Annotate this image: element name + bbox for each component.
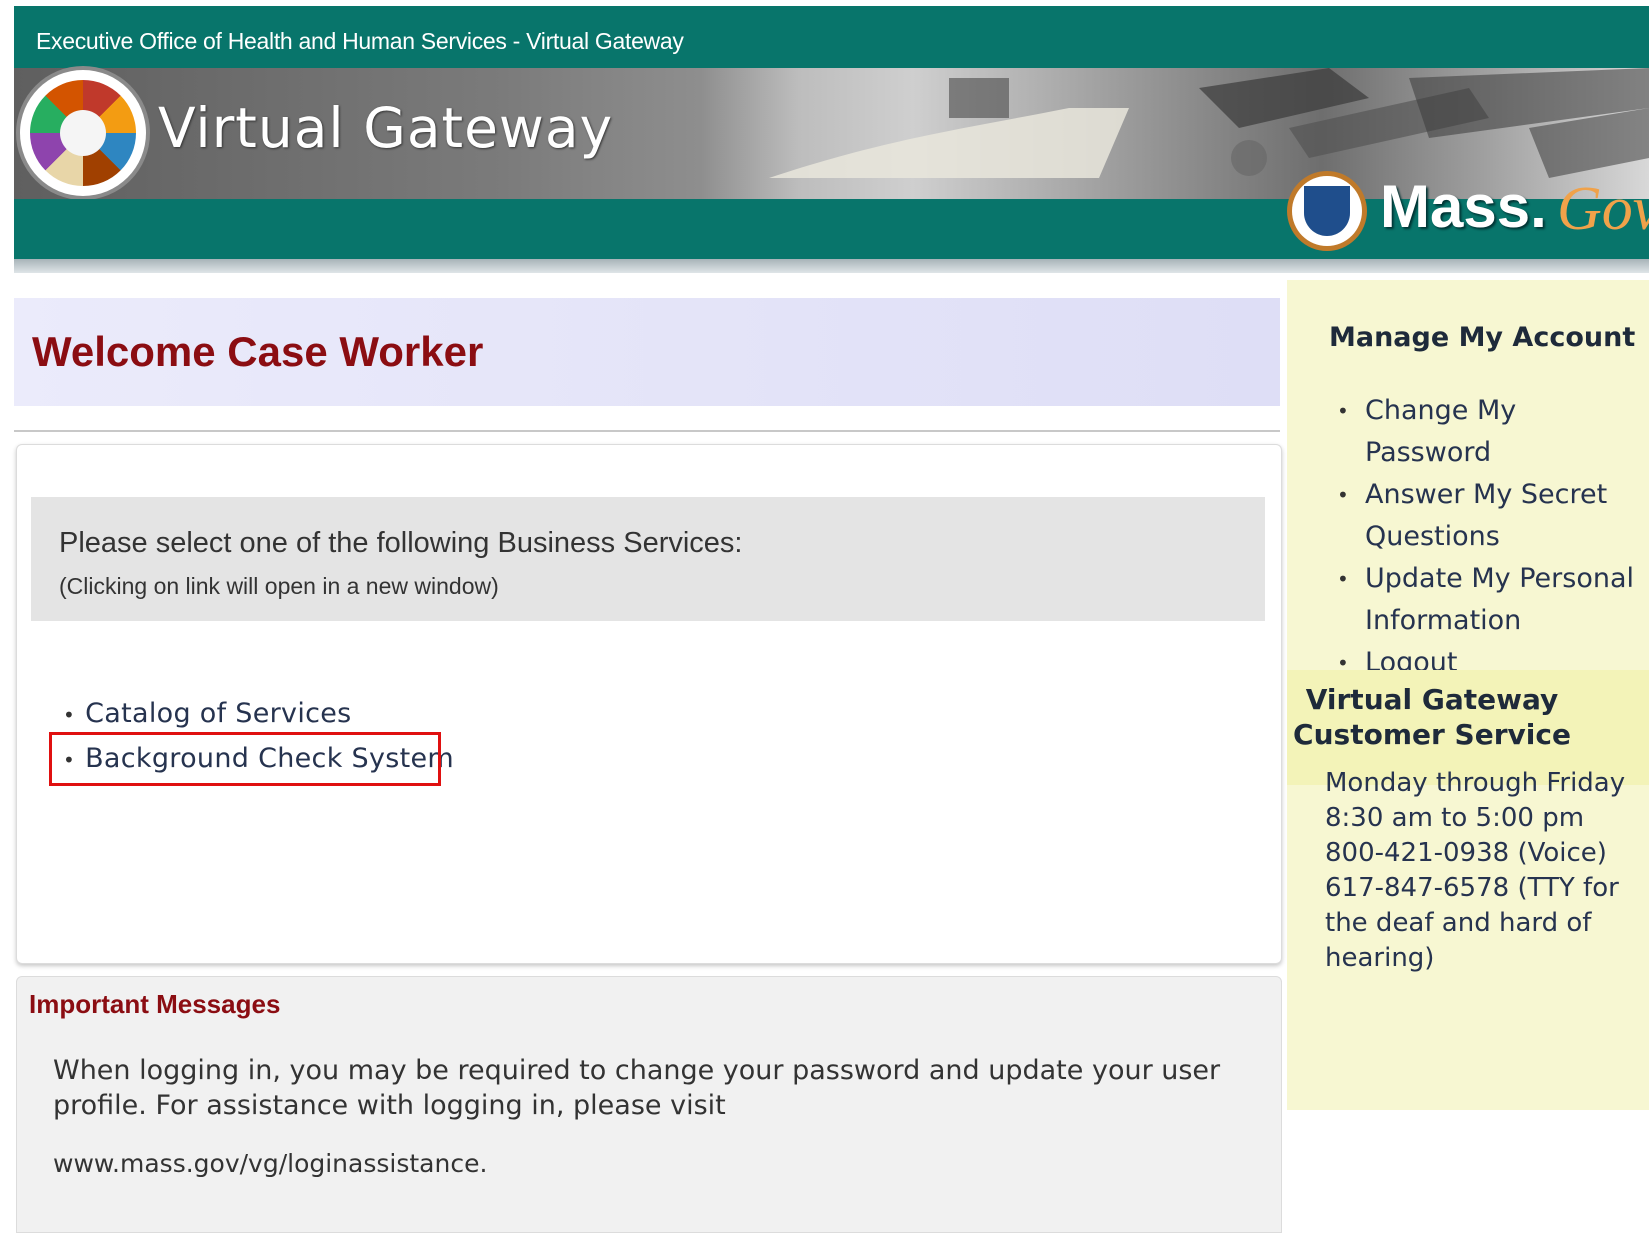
account-sidebar: Manage My Account • Change My Password • A… [1287,280,1649,1110]
menu-item-label[interactable]: Change My Password [1365,395,1516,468]
services-header: Please select one of the following Busin… [31,497,1265,621]
menu-item-label[interactable]: Answer My Secret Questions [1365,479,1607,552]
divider [14,430,1280,432]
hhs-seal-logo [20,70,146,196]
bullet-icon: • [1337,399,1349,423]
bullet-icon: • [63,703,76,727]
service-hours: 8:30 am to 5:00 pm [1325,803,1585,833]
customer-service-title-line1: Virtual Gateway [1305,683,1559,716]
account-menu: • Change My Password • Answer My Secret Qu… [1335,390,1645,684]
menu-item-personal-info[interactable]: • Update My Personal Information [1335,558,1645,642]
bullet-icon: • [1337,483,1349,507]
messages-title: Important Messages [29,989,281,1019]
agency-name: Executive Office of Health and Human Ser… [36,28,684,54]
services-note: (Clicking on link will open in a new win… [59,573,499,599]
customer-service-title-line2: Customer Service [1293,718,1571,751]
login-assistance-link[interactable]: www.mass.gov/vg/loginassistance. [53,1149,487,1178]
massgov-logo[interactable]: Mass. Gov [1292,168,1649,254]
highlight-box [49,732,441,786]
agency-strip: Executive Office of Health and Human Ser… [14,6,1649,68]
tty-phone: 617-847-6578 (TTY for the deaf and hard … [1325,873,1619,973]
massgov-brand: Mass. [1380,173,1547,240]
page-title: Welcome Case Worker [32,328,484,375]
messages-body: When logging in, you may be required to … [53,1055,1221,1121]
header-divider [14,259,1649,273]
bullet-icon: • [1337,567,1349,591]
massachusetts-seal-icon [1292,176,1362,246]
site-title: Virtual Gateway [158,96,614,160]
business-services-panel: Please select one of the following Busin… [16,444,1282,964]
menu-item-change-password[interactable]: • Change My Password [1335,390,1645,474]
important-messages-panel: Important Messages When logging in, you … [16,976,1282,1233]
service-link-catalog[interactable]: • Catalog of Services [63,691,454,736]
customer-service-title: Virtual Gateway Customer Service [1287,670,1577,752]
customer-service-info: Monday through Friday 8:30 am to 5:00 pm… [1325,766,1649,976]
sidebar-title: Manage My Account [1329,322,1636,353]
voice-phone: 800-421-0938 (Voice) [1325,838,1607,868]
menu-item-label[interactable]: Update My Personal Information [1365,563,1634,636]
service-days: Monday through Friday [1325,768,1626,798]
service-link-label[interactable]: Catalog of Services [85,698,351,729]
massgov-brand-script: Gov [1557,175,1649,243]
menu-item-secret-questions[interactable]: • Answer My Secret Questions [1335,474,1645,558]
services-prompt: Please select one of the following Busin… [59,527,743,559]
welcome-banner: Welcome Case Worker [14,298,1280,406]
